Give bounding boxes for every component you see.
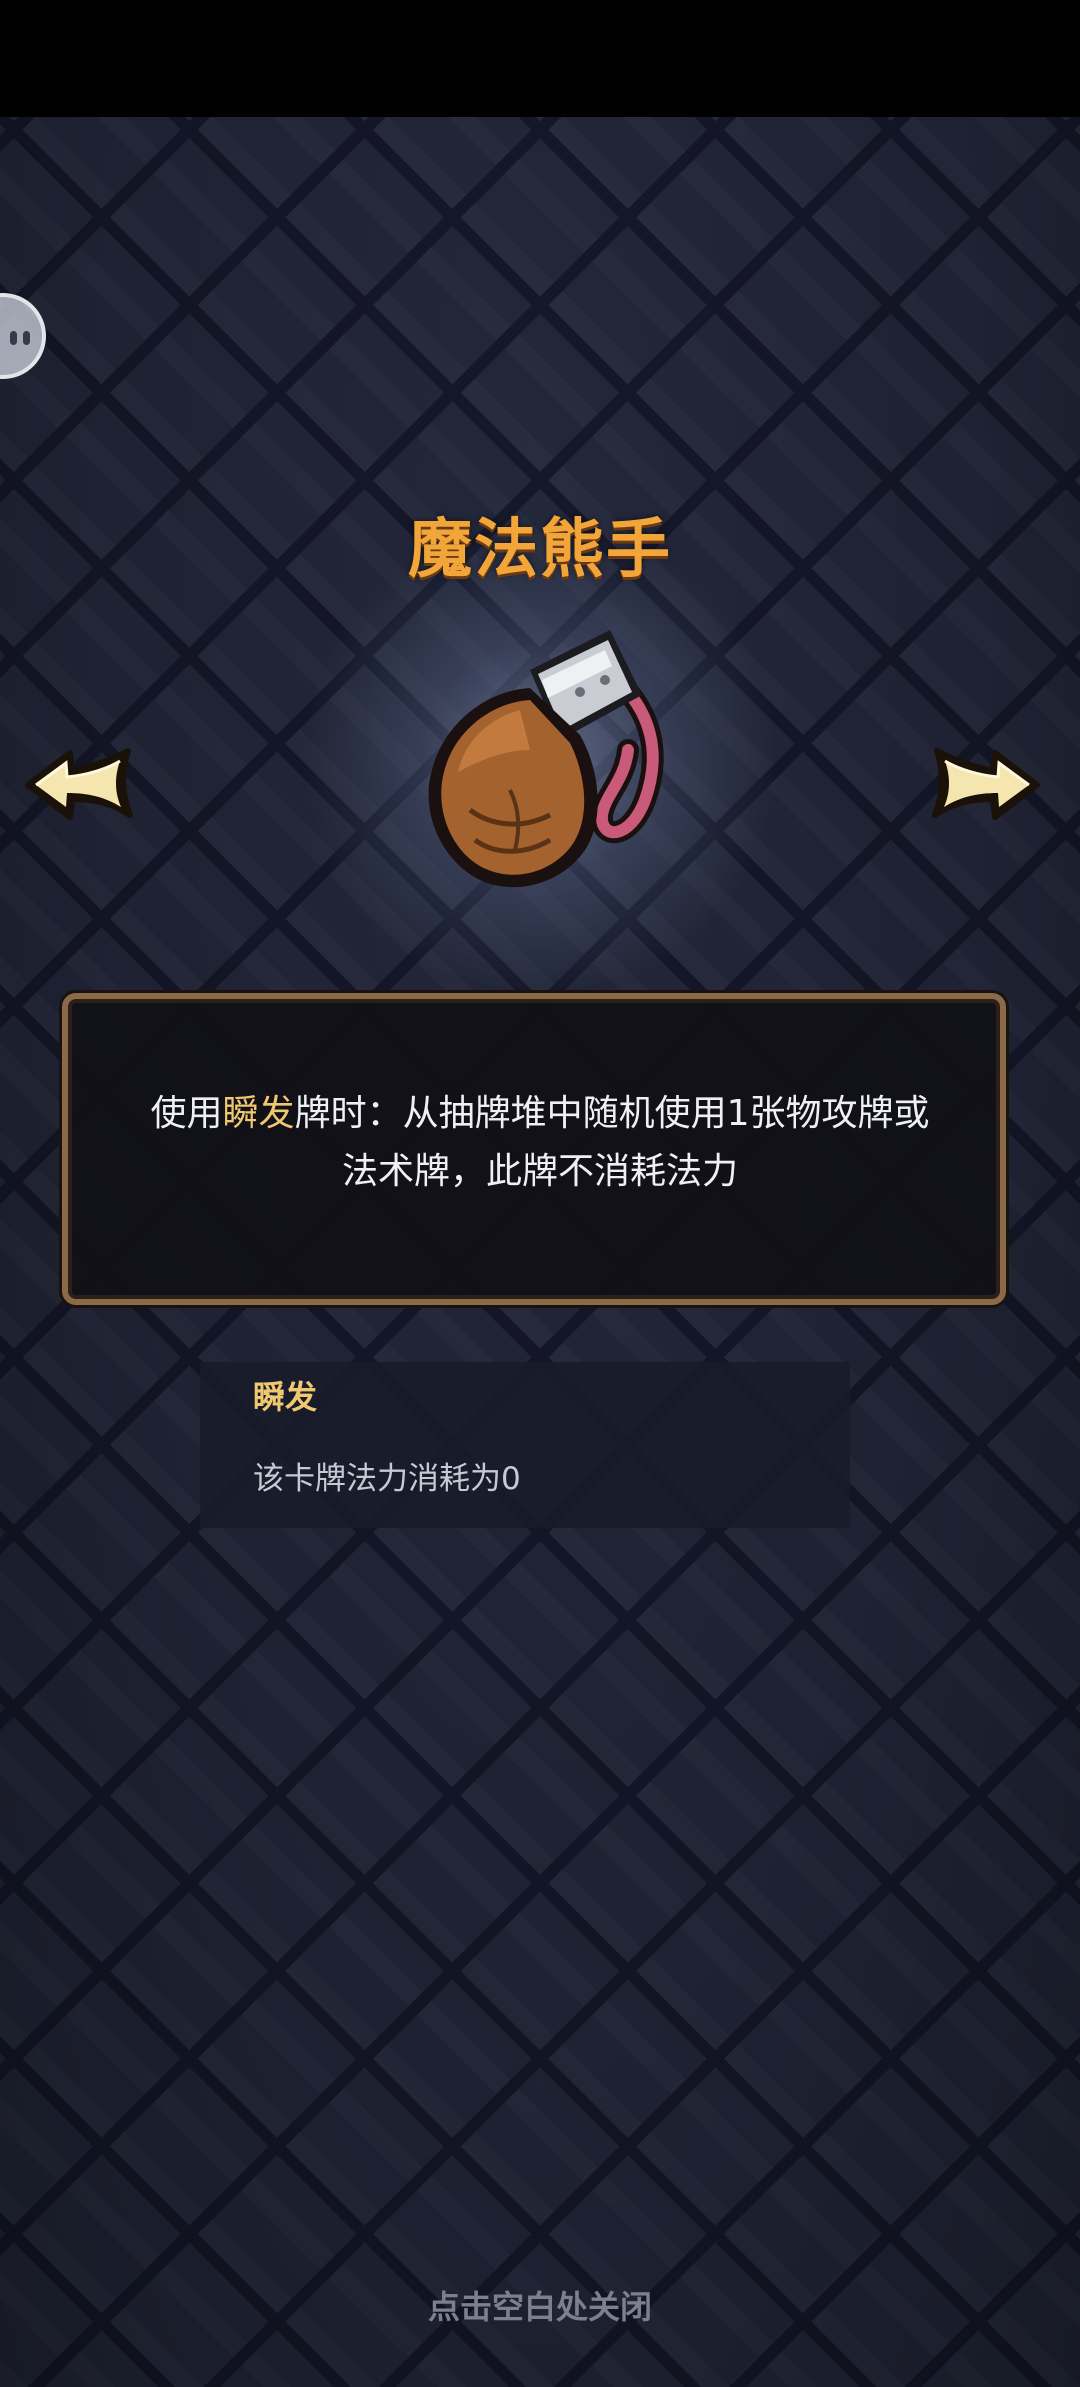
bear-paw-icon — [428, 630, 664, 888]
description-keyword: 瞬发 — [222, 1093, 295, 1134]
status-bar — [0, 0, 1080, 117]
close-hint[interactable]: 点击空白处关闭 — [0, 2282, 1080, 2328]
card-description: 使用瞬发牌时：从抽牌堆中随机使用1张物攻牌或 法术牌，此牌不消耗法力 — [120, 1085, 960, 1201]
description-prefix: 使用 — [150, 1093, 223, 1134]
keyword-description: 该卡牌法力消耗为0 — [253, 1461, 521, 1497]
arrow-right-icon[interactable] — [928, 745, 1043, 825]
description-line-2: 法术牌，此牌不消耗法力 — [341, 1151, 738, 1192]
description-line-1: 使用瞬发牌时：从抽牌堆中随机使用1张物攻牌或 — [120, 1085, 960, 1143]
description-suffix: 牌时：从抽牌堆中随机使用1张物攻牌或 — [294, 1093, 930, 1134]
card-title: 魔法熊手 — [408, 513, 672, 587]
card-detail-screen[interactable]: 魔法熊手 使用瞬发牌时：从抽牌堆中随机使用1张物攻牌或 法术牌，此牌不消耗法力 … — [0, 0, 1080, 2387]
floating-ball-eye — [10, 331, 17, 345]
floating-ball-eye — [23, 331, 30, 345]
arrow-left-icon[interactable] — [22, 745, 137, 825]
keyword-title: 瞬发 — [253, 1378, 318, 1416]
